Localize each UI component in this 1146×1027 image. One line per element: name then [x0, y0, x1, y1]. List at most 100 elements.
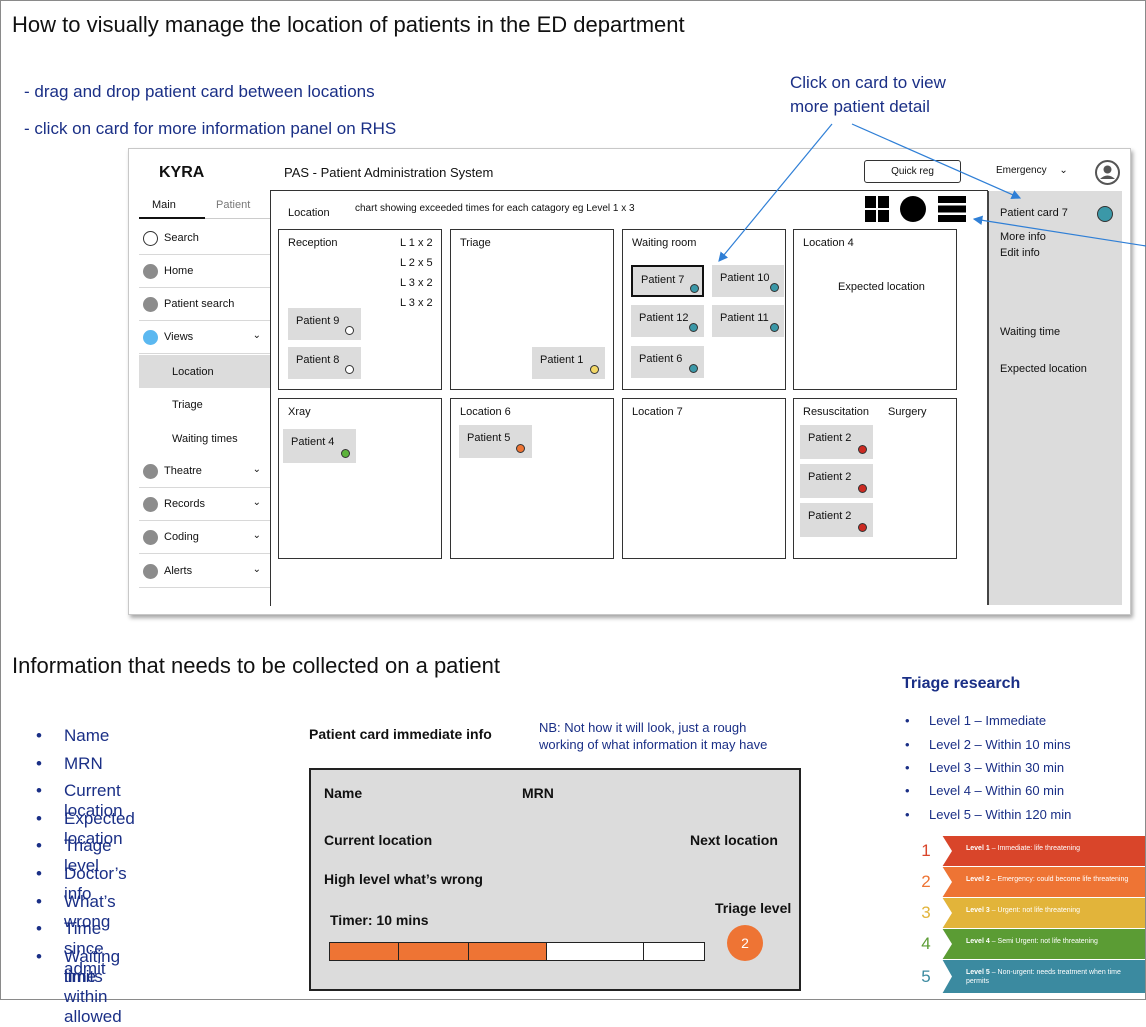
band-text: Level 4 – Semi Urgent: not life threaten… [966, 938, 1098, 945]
triage-band-5: 5 Level 5 – Non-urgent: needs treatment … [900, 960, 1145, 993]
box-title: Location 6 [460, 406, 511, 418]
location-box-location-6[interactable]: Location 6 Patient 5 [450, 398, 614, 559]
sidebar-label: Records [164, 498, 205, 510]
triage-dot [858, 484, 867, 493]
card-name-label: Name [324, 785, 363, 801]
location-box-xray[interactable]: Xray Patient 4 [278, 398, 442, 559]
chevron-down-icon: ⌄ [252, 564, 261, 575]
card-triage-level-label: Triage level [715, 900, 792, 916]
band-number: 4 [900, 929, 952, 959]
info-heading: Information that needs to be collected o… [12, 653, 500, 678]
location-box-resuscitation[interactable]: Resuscitation Surgery Patient 2 Patient … [793, 398, 957, 559]
band-number: 1 [900, 836, 952, 866]
triage-band-4: 4 Level 4 – Semi Urgent: not life threat… [900, 929, 1145, 959]
band-text: Level 2 – Emergency: could become life t… [966, 876, 1129, 883]
patient-name: Patient 2 [808, 432, 852, 444]
card-whats-wrong-label: High level what’s wrong [324, 871, 483, 887]
box-title: Resuscitation [803, 406, 870, 418]
band-number: 2 [900, 867, 952, 897]
sidebar-item-records[interactable]: Records ⌄ [139, 488, 271, 521]
chevron-down-icon: ⌄ [252, 530, 261, 541]
box-title: Location 7 [632, 406, 683, 418]
timer-progress-fill [330, 943, 547, 960]
patient-card[interactable]: Patient 6 [631, 346, 704, 378]
patient-card[interactable]: Patient 2 [800, 464, 873, 498]
nb-line-1: NB: Not how it will look, just a rough [539, 720, 747, 735]
patient-card[interactable]: Patient 9 [288, 308, 361, 340]
sidebar-item-alerts[interactable]: Alerts ⌄ [139, 555, 271, 588]
patient-card[interactable]: Patient 2 [800, 503, 873, 537]
patient-card[interactable]: Patient 1 [532, 347, 605, 379]
band-number: 5 [900, 960, 952, 993]
triage-band-2: 2 Level 2 – Emergency: could become life… [900, 867, 1145, 897]
patient-card[interactable]: Patient 5 [459, 425, 532, 458]
sidebar-item-location[interactable]: Location [139, 355, 271, 388]
patient-name: Patient 6 [639, 353, 683, 365]
sidebar-item-views[interactable]: Views ⌄ [139, 321, 271, 354]
coding-icon [143, 529, 158, 545]
sidebar-item-waiting-times[interactable]: Waiting times [139, 422, 271, 455]
patient-name: Patient 8 [296, 354, 340, 366]
callout-arrows [718, 123, 1146, 262]
expected-location-label: Expected location [1000, 363, 1087, 375]
patient-card[interactable]: Patient 11 [712, 305, 784, 337]
timer-segment-divider [546, 943, 547, 960]
band-text: Level 1 – Immediate: life threatening [966, 845, 1081, 852]
timer-segment-divider [398, 943, 399, 960]
views-icon [143, 329, 158, 345]
sidebar-label: Theatre [164, 465, 202, 477]
card-timer-label: Timer: 10 mins [330, 912, 429, 928]
band-text: Level 3 – Urgent: not life threatening [966, 907, 1081, 914]
patient-name: Patient 4 [291, 436, 335, 448]
card-mock-heading: Patient card immediate info [309, 726, 492, 742]
card-next-location-label: Next location [690, 832, 778, 848]
triage-research-heading: Triage research [902, 675, 1021, 692]
triage-dot [345, 326, 354, 335]
card-mrn-label: MRN [522, 785, 554, 801]
triage-dot [858, 445, 867, 454]
timer-segment-divider [468, 943, 469, 960]
patient-card-mock: Name MRN Current location Next location … [309, 768, 801, 991]
triage-dot [516, 444, 525, 453]
card-current-location-label: Current location [324, 832, 433, 848]
sidebar-item-coding[interactable]: Coding ⌄ [139, 521, 271, 554]
sidebar-item-triage[interactable]: Triage [139, 388, 271, 421]
patient-name: Patient 5 [467, 432, 511, 444]
triage-dot [590, 365, 599, 374]
chevron-down-icon: ⌄ [252, 330, 261, 341]
patient-card[interactable]: Patient 4 [283, 429, 356, 463]
triage-band-3: 3 Level 3 – Urgent: not life threatening [900, 898, 1145, 928]
sidebar-label: Alerts [164, 565, 193, 577]
triage-dot [689, 323, 698, 332]
location-box-location-7[interactable]: Location 7 [622, 398, 786, 559]
triage-dot [770, 323, 779, 332]
theatre-icon [143, 463, 158, 479]
patient-card[interactable]: Patient 8 [288, 347, 361, 379]
alerts-icon [143, 563, 158, 579]
surgery-label: Surgery [888, 406, 927, 418]
triage-dot [341, 449, 350, 458]
patient-name: Patient 2 [808, 471, 852, 483]
box-title: Xray [288, 406, 311, 418]
triage-dot [858, 523, 867, 532]
chevron-down-icon: ⌄ [252, 464, 261, 475]
band-number: 3 [900, 898, 952, 928]
sidebar-item-theatre[interactable]: Theatre ⌄ [139, 455, 271, 488]
waiting-time-label: Waiting time [1000, 326, 1061, 338]
patient-card[interactable]: Patient 2 [800, 425, 873, 459]
records-icon [143, 496, 158, 512]
patient-name: Patient 1 [540, 354, 584, 366]
triage-band-1: 1 Level 1 – Immediate: life threatening [900, 836, 1145, 866]
timer-progress-bar [329, 942, 705, 961]
triage-dot [689, 364, 698, 373]
triage-level-badge: 2 [727, 925, 763, 961]
patient-name: Patient 11 [720, 312, 769, 324]
patient-name: Patient 12 [639, 312, 689, 324]
patient-name: Patient 2 [808, 510, 852, 522]
patient-name: Patient 9 [296, 315, 340, 327]
sidebar-label: Coding [164, 531, 199, 543]
chevron-down-icon: ⌄ [252, 497, 261, 508]
timer-segment-divider [643, 943, 644, 960]
sidebar-label: Views [164, 331, 194, 343]
patient-card[interactable]: Patient 12 [631, 305, 704, 337]
